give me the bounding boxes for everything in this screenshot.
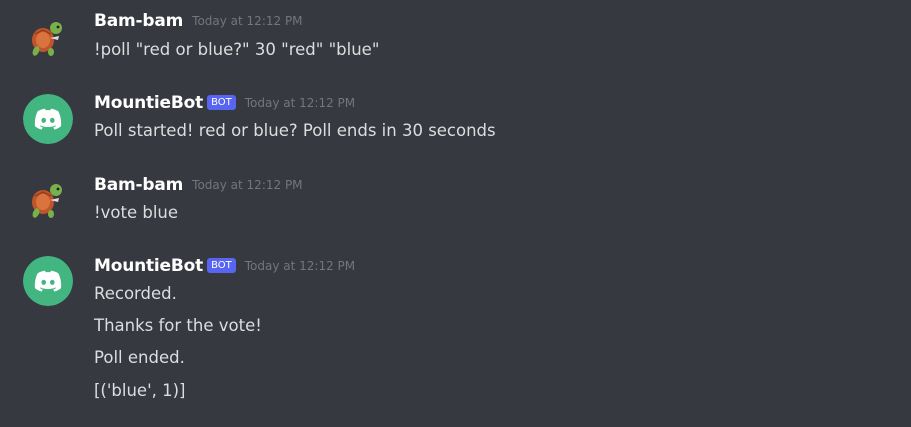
avatar[interactable] (23, 176, 73, 226)
message-header: Bam-bam Today at 12:12 PM (94, 175, 303, 197)
message-text: Poll ended. (94, 348, 185, 367)
discord-logo-icon (23, 94, 73, 144)
message-header: MountieBot BOT Today at 12:12 PM (94, 256, 355, 278)
message-text: !vote blue (94, 203, 179, 222)
timestamp: Today at 12:12 PM (244, 259, 356, 273)
bot-tag-badge: BOT (207, 95, 236, 110)
chat-message-list: Bam-bam Today at 12:12 PM !poll "red or b… (0, 0, 911, 427)
bot-tag-badge: BOT (207, 258, 236, 273)
turtle-icon (23, 176, 73, 226)
message-text: Thanks for the vote! (94, 316, 262, 335)
username[interactable]: MountieBot (94, 256, 203, 276)
avatar[interactable] (23, 94, 73, 144)
message-text: Recorded. (94, 284, 177, 303)
message-text: !poll "red or blue?" 30 "red" "blue" (94, 40, 380, 59)
timestamp: Today at 12:12 PM (244, 96, 356, 110)
username[interactable]: Bam-bam (94, 175, 183, 195)
message-header: MountieBot BOT Today at 12:12 PM (94, 93, 355, 115)
message-text: [('blue', 1)] (94, 381, 186, 400)
timestamp: Today at 12:12 PM (192, 14, 303, 28)
message-header: Bam-bam Today at 12:12 PM (94, 11, 303, 33)
turtle-icon (23, 14, 73, 64)
timestamp: Today at 12:12 PM (192, 178, 303, 192)
avatar[interactable] (23, 14, 73, 64)
message-text: Poll started! red or blue? Poll ends in … (94, 121, 496, 140)
discord-logo-icon (23, 256, 73, 306)
username[interactable]: MountieBot (94, 93, 203, 113)
avatar[interactable] (23, 256, 73, 306)
username[interactable]: Bam-bam (94, 11, 183, 31)
